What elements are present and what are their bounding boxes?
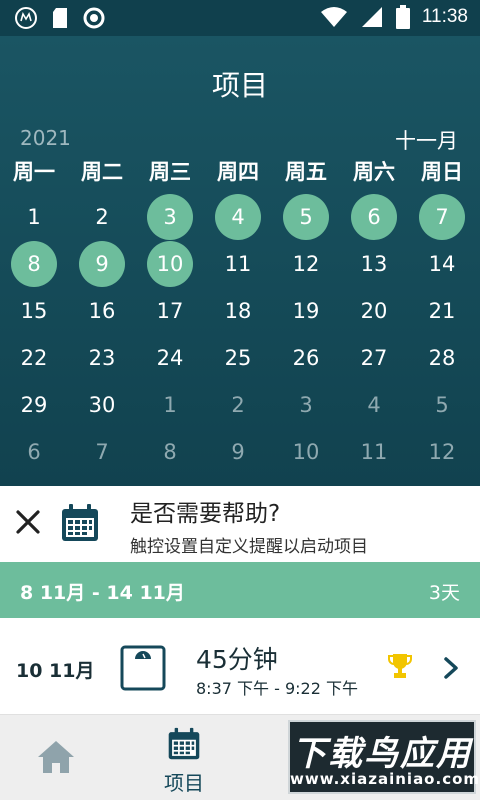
calendar-day[interactable]: 29 (11, 382, 57, 428)
weekday-header: 周一 周二 周三 周四 周五 周六 周日 (0, 156, 480, 186)
calendar-day-marked[interactable]: 5 (283, 194, 329, 240)
chevron-right-icon[interactable] (442, 656, 460, 680)
calendar-day[interactable]: 2 (215, 382, 261, 428)
calendar-day[interactable]: 24 (147, 335, 193, 381)
calendar-day[interactable]: 12 (283, 241, 329, 287)
calendar-day-marked[interactable]: 9 (79, 241, 125, 287)
watermark-url: www.xiazainiao.com (290, 770, 480, 788)
calendar-day[interactable]: 17 (147, 288, 193, 334)
calendar-day[interactable]: 3 (283, 382, 329, 428)
calendar-day[interactable]: 2 (79, 194, 125, 240)
sd-card-icon (53, 8, 67, 28)
calendar-day[interactable]: 5 (419, 382, 465, 428)
calendar-icon (62, 504, 98, 541)
calendar-day[interactable]: 16 (79, 288, 125, 334)
calendar-day-marked[interactable]: 6 (351, 194, 397, 240)
calendar-day[interactable]: 19 (283, 288, 329, 334)
nav-projects-label: 项目 (164, 771, 204, 795)
week-range-bar: 8 11月 - 14 11月 3天 (0, 562, 480, 618)
calendar-day[interactable]: 30 (79, 382, 125, 428)
watermark-title: 下载鸟应用 (292, 734, 472, 774)
help-subtitle: 触控设置自定义提醒以启动项目 (130, 537, 368, 557)
calendar-day[interactable]: 15 (11, 288, 57, 334)
calendar-day-marked[interactable]: 10 (147, 241, 193, 287)
nav-projects-tab[interactable]: 项目 (150, 727, 218, 796)
weekday-label: 周日 (421, 160, 463, 184)
calendar-day[interactable]: 1 (147, 382, 193, 428)
calendar-panel: 项目 2021 十一月 周一 周二 周三 周四 周五 周六 周日 1 2 3 4 5 6 7 8 9 10 11… (0, 36, 480, 486)
calendar-day[interactable]: 7 (79, 429, 125, 475)
help-banner[interactable]: 是否需要帮助? 触控设置自定义提醒以启动项目 (0, 486, 480, 562)
calendar-day[interactable]: 13 (351, 241, 397, 287)
calendar-day[interactable]: 18 (215, 288, 261, 334)
calendar-day-marked[interactable]: 8 (11, 241, 57, 287)
home-icon[interactable] (36, 739, 76, 775)
calendar-day[interactable]: 1 (11, 194, 57, 240)
calendar-day-marked[interactable]: 4 (215, 194, 261, 240)
weekday-label: 周五 (285, 160, 327, 184)
battery-icon (395, 5, 410, 29)
calendar-day[interactable]: 23 (79, 335, 125, 381)
scale-icon (120, 645, 166, 691)
weekday-label: 周六 (353, 160, 395, 184)
calendar-day[interactable]: 10 (283, 429, 329, 475)
calendar-day[interactable]: 27 (351, 335, 397, 381)
weekday-label: 周一 (13, 160, 55, 184)
calendar-day[interactable]: 12 (419, 429, 465, 475)
calendar-day[interactable]: 4 (351, 382, 397, 428)
calendar-day[interactable]: 20 (351, 288, 397, 334)
watermark-logo: 下载鸟应用 www.xiazainiao.com (288, 720, 480, 794)
week-range-days: 3天 (428, 582, 460, 604)
calendar-day[interactable]: 28 (419, 335, 465, 381)
session-list-item[interactable]: 10 11月 45分钟 8:37 下午 - 9:22 下午 (0, 618, 480, 715)
calendar-day[interactable]: 14 (419, 241, 465, 287)
week-range-label: 8 11月 - 14 11月 (20, 582, 185, 604)
calendar-day[interactable]: 11 (351, 429, 397, 475)
motorola-icon (15, 7, 37, 29)
page-title: 项目 (211, 69, 268, 102)
calendar-day[interactable]: 21 (419, 288, 465, 334)
calendar-day[interactable]: 8 (147, 429, 193, 475)
wifi-icon (320, 7, 347, 27)
calendar-day[interactable]: 26 (283, 335, 329, 381)
session-date: 10 11月 (16, 660, 95, 682)
calendar-day[interactable]: 22 (11, 335, 57, 381)
calendar-icon (168, 727, 200, 760)
sync-circle-icon (83, 7, 105, 29)
trophy-icon (388, 654, 412, 678)
help-title: 是否需要帮助? (130, 501, 281, 527)
close-icon[interactable] (14, 508, 42, 536)
status-bar: 11:38 (0, 0, 480, 36)
session-time-range: 8:37 下午 - 9:22 下午 (196, 679, 358, 698)
calendar-day[interactable]: 6 (11, 429, 57, 475)
calendar-day[interactable]: 11 (215, 241, 261, 287)
calendar-day[interactable]: 9 (215, 429, 261, 475)
weekday-label: 周四 (217, 160, 259, 184)
calendar-day-marked[interactable]: 3 (147, 194, 193, 240)
calendar-year[interactable]: 2021 (20, 126, 71, 150)
session-duration: 45分钟 (196, 645, 278, 674)
status-time: 11:38 (421, 6, 468, 27)
calendar-month[interactable]: 十一月 (395, 125, 458, 155)
calendar-day-marked[interactable]: 7 (419, 194, 465, 240)
weekday-label: 周二 (81, 160, 123, 184)
signal-icon (361, 7, 382, 27)
calendar-day[interactable]: 25 (215, 335, 261, 381)
weekday-label: 周三 (149, 160, 191, 184)
